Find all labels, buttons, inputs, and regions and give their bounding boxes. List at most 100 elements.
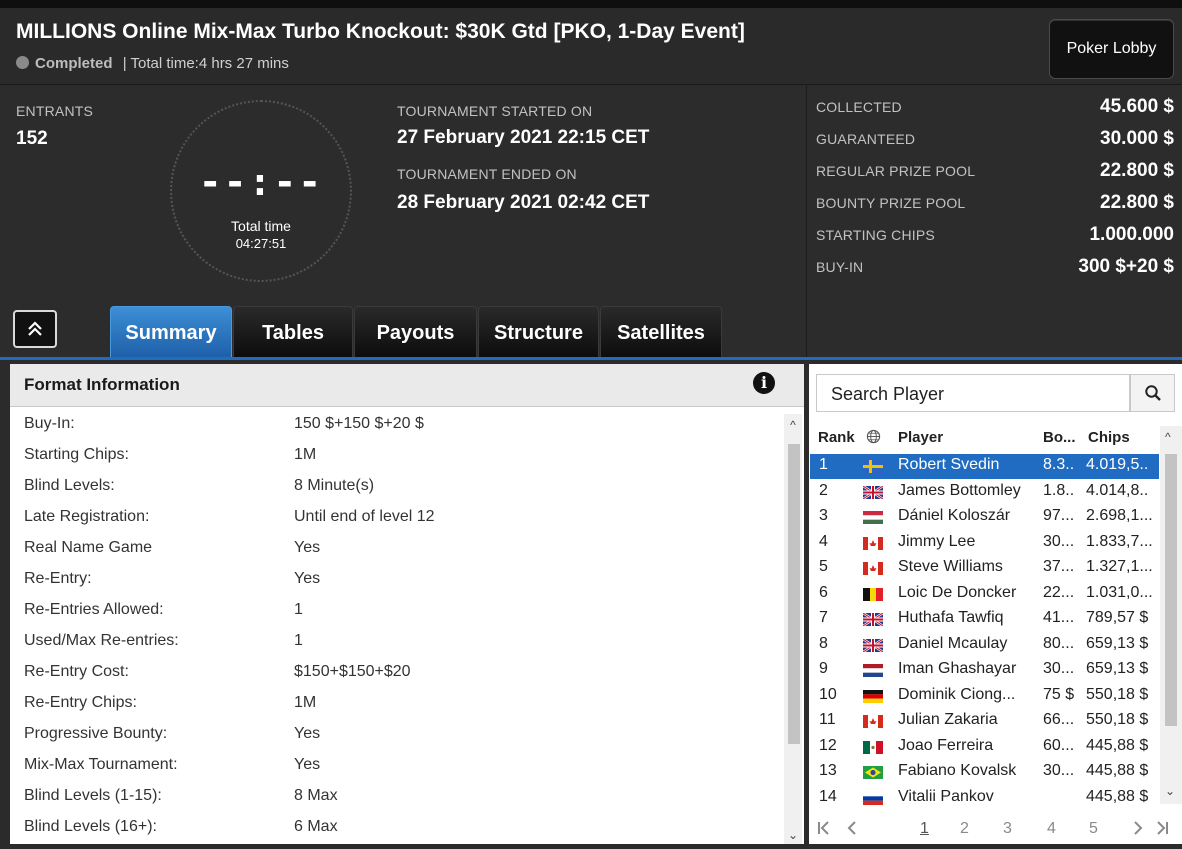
player-rank: 4 <box>819 532 828 550</box>
stat-label: BUY-IN <box>816 259 864 275</box>
search-input[interactable]: Search Player <box>816 374 1130 412</box>
stat-value: 22.800 $ <box>1100 160 1174 181</box>
scroll-up-icon[interactable]: ^ <box>786 418 800 432</box>
table-row[interactable]: 8 Daniel Mcaulay 80... 659,13 $ <box>810 633 1159 658</box>
column-chips[interactable]: Chips <box>1088 429 1130 446</box>
format-key: Re-Entry: <box>24 570 92 587</box>
double-chevron-up-icon <box>28 321 42 336</box>
player-rank: 10 <box>819 685 837 703</box>
format-key: Real Name Game <box>24 539 153 556</box>
table-row[interactable]: 12 Joao Ferreira 60... 445,88 $ <box>810 735 1159 760</box>
player-bounty: 60... <box>1043 736 1075 754</box>
player-rank: 11 <box>819 711 836 728</box>
collapse-button[interactable] <box>13 310 57 348</box>
last-page-icon[interactable] <box>1154 820 1170 841</box>
format-scrollbar[interactable]: ^ ⌄ <box>784 414 802 844</box>
tab-tables[interactable]: Tables <box>233 306 353 358</box>
table-row[interactable]: 2 James Bottomley 1.8.. 4.014,8.. <box>810 480 1159 505</box>
format-title: Format Information <box>24 375 180 394</box>
page-1[interactable]: 1 <box>920 820 929 838</box>
format-key: Blind Levels (1-15): <box>24 787 162 804</box>
stat-label: REGULAR PRIZE POOL <box>816 163 976 179</box>
page-5[interactable]: 5 <box>1089 820 1098 838</box>
table-row[interactable]: 9 Iman Ghashayar 30... 659,13 $ <box>810 658 1159 683</box>
page-2[interactable]: 2 <box>960 820 969 838</box>
search-button[interactable] <box>1130 374 1175 412</box>
format-key: Buy-In: <box>24 415 75 432</box>
player-chips: 659,13 $ <box>1086 660 1149 677</box>
format-key: Late Registration: <box>24 508 150 525</box>
stat-label: BOUNTY PRIZE POOL <box>816 195 966 211</box>
scrollbar-thumb[interactable] <box>788 444 800 744</box>
column-rank[interactable]: Rank <box>818 429 855 446</box>
started-label: TOURNAMENT STARTED ON <box>397 103 593 119</box>
clock-label: Total time <box>231 218 291 234</box>
player-bounty: 8.3.. <box>1043 456 1075 473</box>
info-icon[interactable]: i <box>753 372 775 394</box>
player-scrollbar[interactable]: ^ ⌄ <box>1160 426 1182 804</box>
player-name: Iman Ghashayar <box>898 660 1017 677</box>
player-chips: 1.833,7... <box>1086 532 1153 550</box>
format-value: Yes <box>294 725 321 742</box>
player-bounty: 30... <box>1043 660 1075 677</box>
format-key: Re-Entry Chips: <box>24 694 137 711</box>
player-name: Loic De Doncker <box>898 583 1017 601</box>
status-dot-icon <box>16 56 29 69</box>
tab-underline <box>0 357 1182 360</box>
column-bounty[interactable]: Bo... <box>1043 429 1076 446</box>
player-bounty: 80... <box>1043 634 1075 652</box>
page-3[interactable]: 3 <box>1003 820 1012 838</box>
stat-value: 22.800 $ <box>1100 192 1174 213</box>
player-rank: 6 <box>819 583 828 601</box>
started-value: 27 February 2021 22:15 CET <box>397 127 650 148</box>
first-page-icon[interactable] <box>816 820 832 841</box>
table-row[interactable]: 11 Julian Zakaria 66... 550,18 $ <box>810 709 1159 734</box>
format-row: Used/Max Re-entries: 1 <box>24 632 774 663</box>
format-key: Re-Entry Cost: <box>24 663 129 680</box>
player-name: Daniel Mcaulay <box>898 634 1008 652</box>
stat-buy-in: BUY-IN 300 $+20 $ <box>816 256 1174 286</box>
scroll-down-icon[interactable]: ⌄ <box>786 828 800 842</box>
player-rank: 5 <box>819 558 828 575</box>
table-row[interactable]: 14 Vitalii Pankov 445,88 $ <box>810 786 1159 811</box>
format-value: Yes <box>294 539 321 556</box>
ended-label: TOURNAMENT ENDED ON <box>397 166 577 182</box>
scroll-down-icon[interactable]: ⌄ <box>1165 784 1175 798</box>
scrollbar-thumb[interactable] <box>1165 454 1177 726</box>
next-page-icon[interactable] <box>1130 820 1146 841</box>
prev-page-icon[interactable] <box>844 820 860 841</box>
format-value: 150 $+150 $+20 $ <box>294 415 424 432</box>
table-row[interactable]: 6 Loic De Doncker 22... 1.031,0... <box>810 582 1159 607</box>
table-row[interactable]: 7 Huthafa Tawfiq 41... 789,57 $ <box>810 607 1159 632</box>
table-row[interactable]: 1 Robert Svedin 8.3.. 4.019,5.. <box>810 454 1159 479</box>
format-header: Format Information i <box>10 364 804 407</box>
table-row[interactable]: 13 Fabiano Kovalsk 30... 445,88 $ <box>810 760 1159 785</box>
format-key: Progressive Bounty: <box>24 725 168 742</box>
stat-label: COLLECTED <box>816 99 902 115</box>
table-row[interactable]: 4 Jimmy Lee 30... 1.833,7... <box>810 531 1159 556</box>
player-rank: 12 <box>819 736 837 754</box>
column-player[interactable]: Player <box>898 429 943 446</box>
tab-summary[interactable]: Summary <box>110 306 232 358</box>
stat-guaranteed: GUARANTEED 30.000 $ <box>816 128 1174 158</box>
player-bounty: 75 $ <box>1043 685 1075 703</box>
page-4[interactable]: 4 <box>1047 820 1056 838</box>
format-row: Re-Entry Cost: $150+$150+$20 <box>24 663 774 694</box>
table-row[interactable]: 5 Steve Williams 37... 1.327,1... <box>810 556 1159 581</box>
scroll-up-icon[interactable]: ^ <box>1165 430 1171 444</box>
search-icon <box>1145 385 1161 401</box>
format-key: Blind Levels (16+): <box>24 818 157 835</box>
flag-icon <box>863 766 883 779</box>
page-title: MILLIONS Online Mix-Max Turbo Knockout: … <box>16 20 745 43</box>
tab-structure[interactable]: Structure <box>478 306 599 358</box>
table-row[interactable]: 3 Dániel Koloszár 97... 2.698,1... <box>810 505 1159 530</box>
table-row[interactable]: 10 Dominik Ciong... 75 $ 550,18 $ <box>810 684 1159 709</box>
tab-satellites[interactable]: Satellites <box>600 306 722 358</box>
flag-icon <box>863 613 883 626</box>
globe-icon[interactable] <box>866 429 881 444</box>
status-badge: Completed <box>35 55 113 72</box>
flag-icon <box>863 791 883 805</box>
player-name: James Bottomley <box>898 481 1021 499</box>
poker-lobby-button[interactable]: Poker Lobby <box>1049 19 1174 79</box>
tab-payouts[interactable]: Payouts <box>354 306 477 358</box>
